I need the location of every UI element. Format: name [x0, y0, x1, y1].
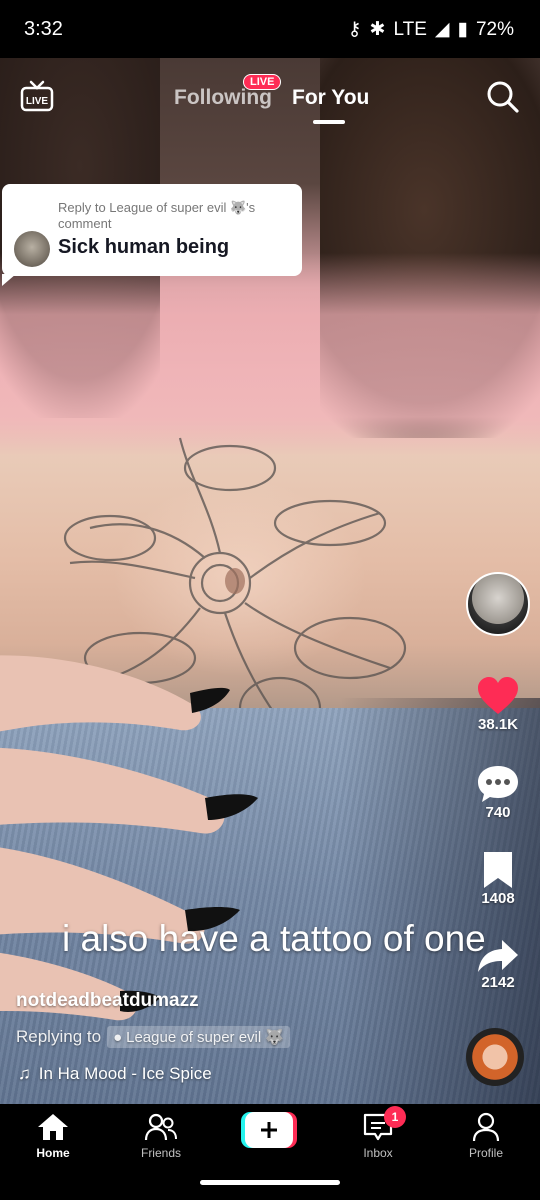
inbox-badge: 1: [384, 1106, 406, 1128]
bookmark-icon: [484, 852, 512, 888]
tab-for-you[interactable]: For You: [292, 86, 369, 110]
bookmark-button[interactable]: 1408: [462, 850, 534, 907]
nav-home-label: Home: [36, 1146, 70, 1160]
comment-bubble-icon: ●: [113, 1028, 123, 1046]
status-indicators: ⚷ ✱ LTE ◢ ▮ 72%: [348, 18, 514, 41]
nav-profile-label: Profile: [468, 1146, 503, 1160]
home-indicator[interactable]: [200, 1180, 340, 1185]
music-info[interactable]: ♫ In Ha Mood - Ice Spice: [18, 1064, 212, 1084]
nav-inbox-label: Inbox: [363, 1146, 393, 1160]
nav-friends[interactable]: Friends: [116, 1112, 206, 1160]
network-label: LTE: [393, 18, 427, 40]
hand-with-nails: [0, 655, 258, 1021]
bluetooth-icon: ✱: [369, 19, 386, 40]
heart-icon: [478, 677, 518, 714]
replied-comment-chip[interactable]: ● League of super evil 🐺: [107, 1026, 291, 1048]
signal-icon: ◢: [434, 19, 450, 40]
music-disc-avatar[interactable]: [466, 1028, 524, 1086]
comment-icon: [478, 766, 518, 802]
location-key-icon: ⚷: [347, 19, 362, 40]
bottom-navigation: Home Friends Inbox 1 Profile: [0, 1104, 540, 1200]
like-count: 38.1K: [477, 716, 519, 733]
creator-avatar[interactable]: [466, 572, 530, 636]
profile-icon: [472, 1112, 500, 1142]
reply-comment-sticker[interactable]: Reply to League of super evil 🐺's commen…: [2, 184, 302, 286]
comment-count: 740: [485, 804, 511, 821]
nav-friends-label: Friends: [140, 1146, 181, 1160]
share-count: 2142: [481, 974, 515, 991]
search-icon[interactable]: [486, 80, 520, 114]
friends-icon: [144, 1113, 177, 1141]
live-tv-icon[interactable]: LIVE: [20, 80, 54, 112]
comment-button[interactable]: 740: [462, 764, 534, 821]
nav-inbox[interactable]: Inbox: [333, 1112, 423, 1160]
commenter-avatar: [14, 231, 50, 267]
battery-icon: ▮: [457, 19, 468, 40]
reply-comment-text: Sick human being: [58, 236, 230, 258]
reply-meta: Reply to League of super evil 🐺's commen…: [58, 200, 256, 231]
video-text-overlay: i also have a tattoo of one: [62, 918, 486, 959]
replying-prefix: Replying to: [16, 1027, 102, 1046]
battery-percent: 72%: [475, 18, 514, 40]
svg-text:LIVE: LIVE: [26, 96, 49, 107]
home-icon: [38, 1114, 68, 1140]
status-bar: 3:32 ⚷ ✱ LTE ◢ ▮ 72%: [0, 0, 540, 58]
live-badge: LIVE: [243, 74, 282, 90]
create-plus-icon[interactable]: [241, 1112, 297, 1148]
music-note-icon: ♫: [18, 1064, 31, 1083]
status-time: 3:32: [24, 18, 63, 40]
nav-profile[interactable]: Profile: [441, 1112, 531, 1160]
replied-comment-author: League of super evil 🐺: [126, 1029, 285, 1046]
active-tab-indicator: [313, 120, 345, 124]
nav-home[interactable]: Home: [8, 1112, 98, 1160]
music-title: In Ha Mood - Ice Spice: [38, 1064, 212, 1083]
bookmark-count: 1408: [481, 890, 515, 907]
top-navigation: LIVE Following LIVE For You: [0, 70, 540, 130]
sticker-tail: [2, 274, 16, 286]
replying-to-line[interactable]: Replying to ● League of super evil 🐺: [16, 1026, 291, 1048]
creator-username[interactable]: notdeadbeatdumazz: [16, 990, 199, 1012]
like-button[interactable]: 38.1K: [462, 676, 534, 733]
